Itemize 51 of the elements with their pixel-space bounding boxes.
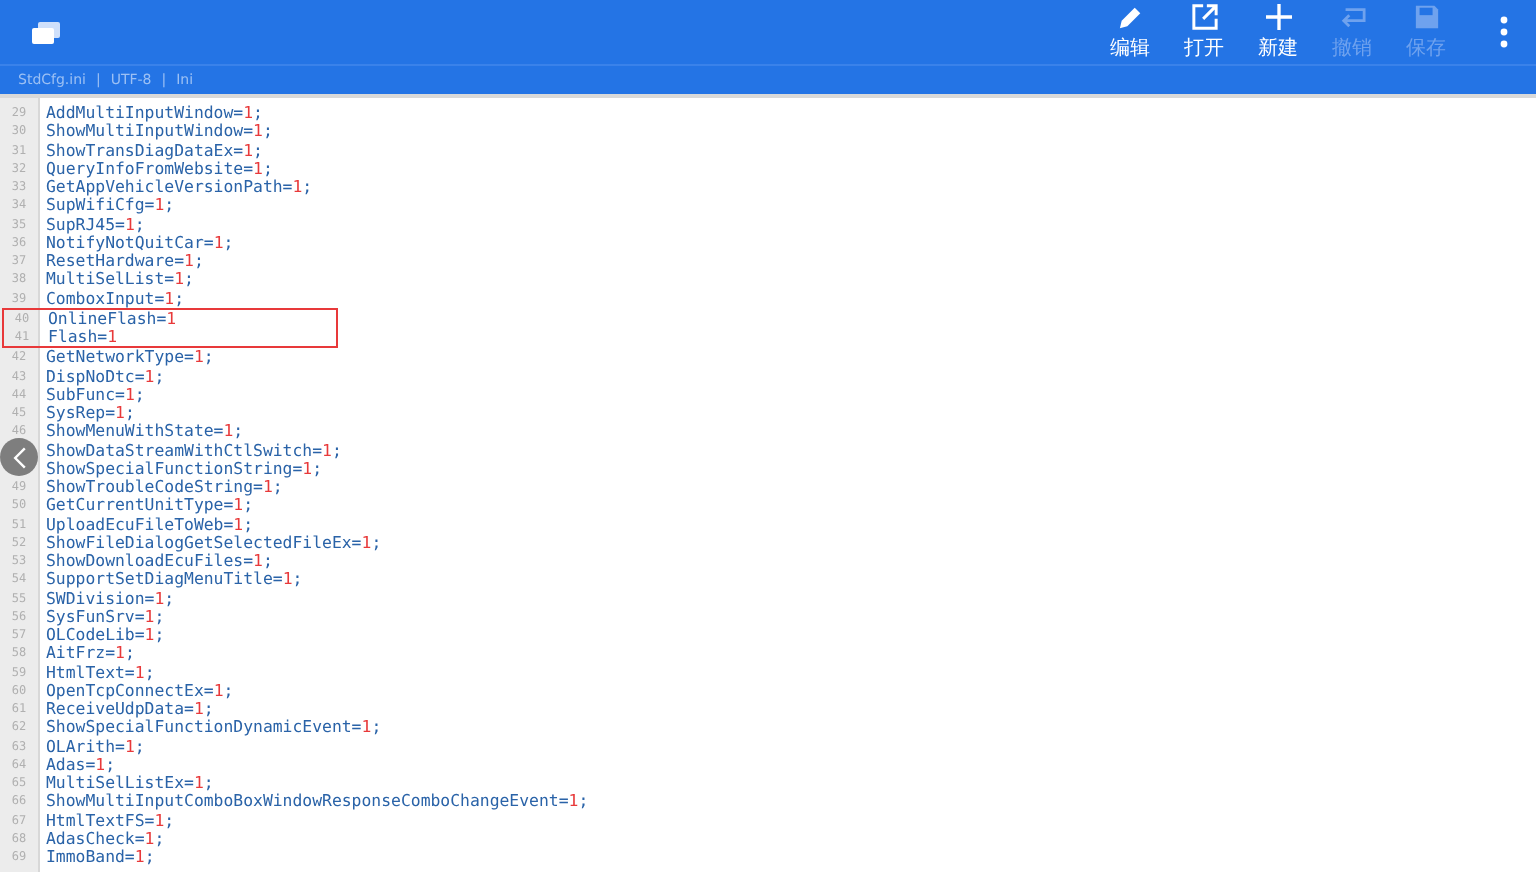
code-line: ReceiveUdpData=1;: [44, 700, 214, 719]
code-line: ShowMultiInputWindow=1;: [44, 122, 273, 141]
code-line: AitFrz=1;: [44, 644, 135, 663]
code-line: Adas=1;: [44, 755, 116, 774]
code-line: ResetHardware=1;: [44, 252, 204, 271]
undo-icon: [1339, 3, 1365, 29]
code-line: SupRJ45=1;: [44, 215, 145, 234]
toolbar-button[interactable]: 新建: [1250, 0, 1306, 65]
code-line: ShowTransDiagDataEx=1;: [44, 141, 263, 160]
code-line: SWDivision=1;: [44, 589, 175, 608]
code-line: GetNetworkType=1;: [44, 348, 214, 367]
code-line: SysFunSrv=1;: [44, 607, 165, 626]
code-line: ShowMenuWithState=1;: [44, 422, 244, 441]
code-line: ShowDownloadEcuFiles=1;: [44, 552, 273, 571]
code-line: Flash=1: [46, 328, 118, 347]
code-line: DispNoDtc=1;: [44, 367, 165, 386]
chevron-left-icon: [11, 445, 27, 469]
code-line: SubFunc=1;: [44, 385, 145, 404]
code-line: GetCurrentUnitType=1;: [44, 496, 254, 515]
code-line: QueryInfoFromWebsite=1;: [44, 159, 273, 178]
code-line: MultiSelListEx=1;: [44, 774, 214, 793]
code-line: UploadEcuFileToWeb=1;: [44, 515, 254, 534]
code-line: SysRep=1;: [44, 404, 135, 423]
code-line: ShowSpecialFunctionDynamicEvent=1;: [44, 718, 382, 737]
open-external-icon: [1191, 3, 1217, 29]
toolbar-button[interactable]: 打开: [1176, 0, 1232, 65]
code-line: ComboxInput=1;: [44, 289, 185, 308]
code-line: AdasCheck=1;: [44, 829, 165, 848]
code-line: ShowMultiInputComboBoxWindowResponseComboChangeEvent=1;: [44, 792, 589, 811]
code-line: ShowFileDialogGetSelectedFileEx=1;: [44, 533, 382, 552]
code-line: OLArith=1;: [44, 737, 145, 756]
pen-icon: [1117, 3, 1143, 29]
code-line: AddMultiInputWindow=1;: [44, 104, 263, 123]
code-line: OnlineFlash=1: [48, 309, 177, 328]
code-line: ShowTroubleCodeString=1;: [44, 478, 283, 497]
code-line: OpenTcpConnectEx=1;: [44, 681, 234, 700]
code-line: NotifyNotQuitCar=1;: [44, 233, 234, 252]
plus-icon: [1265, 3, 1291, 29]
code-line: SupWifiCfg=1;: [44, 196, 175, 215]
code-line: GetAppVehicleVersionPath=1;: [44, 178, 313, 197]
code-line: SupportSetDiagMenuTitle=1;: [44, 570, 303, 589]
code-line: ShowSpecialFunctionString=1;: [44, 459, 323, 478]
more-icon[interactable]: [1500, 16, 1508, 48]
code-line: OLCodeLib=1;: [44, 626, 165, 645]
toolbar-button[interactable]: 编辑: [1102, 0, 1158, 65]
code-line: MultiSelList=1;: [44, 270, 194, 289]
code-line: HtmlText=1;: [44, 663, 155, 682]
code-line: ImmoBand=1;: [44, 848, 155, 867]
code-line: ShowDataStreamWithCtlSwitch=1;: [44, 441, 342, 460]
windows-icon[interactable]: [32, 21, 60, 43]
code-line: HtmlTextFS=1;: [44, 811, 175, 830]
